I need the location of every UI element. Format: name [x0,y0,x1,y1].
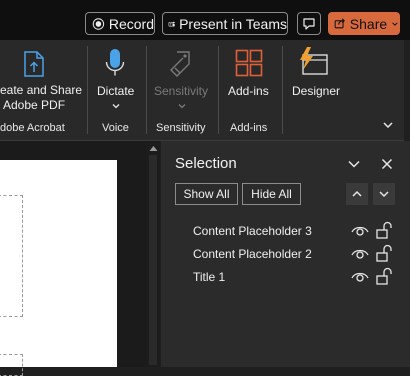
list-item-label: Content Placeholder 2 [193,247,312,261]
voice-group-label: Voice [102,122,129,134]
create-and-share-pdf-button[interactable]: eate and Share Adobe PDF [0,44,84,116]
bring-forward-button[interactable] [346,183,368,205]
share-icon [334,18,345,29]
svg-text:T: T [170,22,172,26]
show-all-button[interactable]: Show All [175,183,238,205]
comment-icon [303,17,315,30]
add-ins-group-label: Add-ins [230,122,268,134]
ribbon-separator [87,46,88,134]
add-ins-button-label: Add-ins [228,84,269,98]
list-item-label: Title 1 [193,270,226,284]
record-icon [92,17,105,30]
placeholder-outline [0,195,23,317]
add-ins-button[interactable]: Add-ins [222,44,278,116]
comments-button[interactable] [297,12,321,35]
sensitivity-tag-icon [170,51,190,77]
unlock-icon[interactable] [375,267,393,285]
hide-all-label: Hide All [251,187,292,201]
present-in-teams-label: Present in Teams [179,15,287,32]
list-item[interactable]: Content Placeholder 2 [161,244,410,266]
sensitivity-button-label: Sensitivity [154,84,209,98]
designer-button[interactable]: Designer [286,44,344,116]
share-button[interactable]: Share [328,12,400,35]
chevron-down-icon [379,191,389,198]
unlock-icon[interactable] [375,221,393,239]
eye-icon[interactable] [351,271,369,283]
acrobat-group-label: dobe Acrobat [0,122,65,134]
designer-icon [300,47,328,75]
sensitivity-group-label: Sensitivity [156,122,206,134]
acrobat-share-icon [24,51,44,77]
eye-icon[interactable] [351,248,369,260]
chevron-up-icon [352,190,362,197]
send-backward-button[interactable] [373,183,395,205]
dictate-label: Dictate [97,84,135,98]
sensitivity-button[interactable]: Sensitivity [150,44,214,116]
scrollbar-thumb[interactable] [149,155,157,365]
chevron-down-icon [383,122,393,129]
acrobat-button-label-1: eate and Share [0,83,83,97]
placeholder-outline [0,354,23,376]
add-ins-grid-icon [235,49,263,77]
present-in-teams-button[interactable]: T Present in Teams [162,12,288,35]
teams-icon: T [168,21,175,27]
close-icon [381,158,393,170]
record-label: Record [108,15,154,32]
slide-canvas[interactable] [0,160,117,376]
close-pane-button[interactable] [377,155,397,173]
acrobat-button-label-2: Adobe PDF [3,98,66,112]
designer-label: Designer [292,84,341,98]
eye-icon[interactable] [351,225,369,237]
ribbon-separator [146,46,147,134]
chevron-down-icon [348,160,360,168]
ribbon-separator [282,46,283,134]
scroll-up-icon[interactable] [149,145,158,152]
show-all-label: Show All [183,187,230,201]
microphone-icon [105,49,125,76]
list-item[interactable]: Content Placeholder 3 [161,221,410,243]
dictate-button[interactable]: Dictate [92,44,140,116]
chevron-down-icon [112,104,120,109]
hide-all-button[interactable]: Hide All [242,183,301,205]
pane-options-button[interactable] [344,155,364,173]
list-item-label: Content Placeholder 3 [193,224,312,238]
vertical-scrollbar[interactable] [146,141,160,367]
list-item[interactable]: Title 1 [161,267,410,289]
ribbon-display-options-button[interactable] [378,116,398,134]
share-label: Share [349,15,388,32]
record-button[interactable]: Record [85,12,155,35]
unlock-icon[interactable] [375,244,393,262]
chevron-down-icon [392,21,398,26]
ribbon-separator [218,46,219,134]
chevron-down-icon [178,104,186,109]
selection-pane-title: Selection [175,155,237,172]
